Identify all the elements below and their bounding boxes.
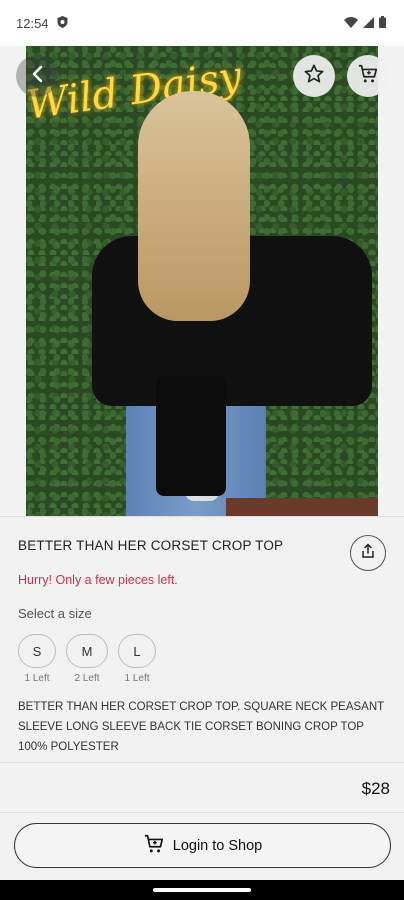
size-option-m[interactable]: M 2 Left xyxy=(66,634,108,684)
divider xyxy=(0,812,404,813)
star-icon xyxy=(303,63,325,90)
login-to-shop-button[interactable]: Login to Shop xyxy=(14,823,391,868)
login-label: Login to Shop xyxy=(172,837,263,854)
home-gesture-handle[interactable] xyxy=(153,888,251,892)
battery-icon xyxy=(379,15,386,31)
size-option-s[interactable]: S 1 Left xyxy=(18,634,56,684)
size-prompt: Select a size xyxy=(18,606,92,621)
size-option-l[interactable]: L 1 Left xyxy=(118,634,156,684)
share-icon xyxy=(360,543,376,564)
model-hair xyxy=(138,91,250,321)
size-chip[interactable]: S xyxy=(18,634,56,668)
cart-icon xyxy=(357,63,379,90)
size-chip[interactable]: M xyxy=(66,634,108,668)
divider xyxy=(0,762,404,763)
floor xyxy=(226,498,378,516)
size-stock: 2 Left xyxy=(74,673,100,684)
product-title: BETTER THAN HER CORSET CROP TOP xyxy=(18,538,284,553)
favorite-button[interactable] xyxy=(293,55,335,97)
product-description: BETTER THAN HER CORSET CROP TOP. SQUARE … xyxy=(18,701,384,753)
product-image-carousel[interactable]: Wild Daisy xyxy=(0,46,404,516)
size-selector: S 1 Left M 2 Left L 1 Left xyxy=(18,634,156,684)
size-chip[interactable]: L xyxy=(118,634,156,668)
back-icon xyxy=(30,65,44,88)
cart-icon xyxy=(143,833,165,859)
stock-warning: Hurry! Only a few pieces left. xyxy=(18,573,178,587)
signal-icon xyxy=(363,16,374,31)
status-bar: 12:54 xyxy=(0,0,404,46)
product-price: $28 xyxy=(361,779,390,798)
product-photo: Wild Daisy xyxy=(26,46,378,516)
share-button[interactable] xyxy=(350,535,386,571)
status-time: 12:54 xyxy=(16,15,49,31)
cart-button[interactable] xyxy=(347,55,389,97)
back-button[interactable] xyxy=(16,55,58,97)
size-stock: 1 Left xyxy=(124,673,150,684)
model-back-tie xyxy=(156,376,226,496)
shield-notification-icon xyxy=(57,15,68,31)
divider xyxy=(0,516,404,517)
size-stock: 1 Left xyxy=(24,673,50,684)
system-nav-bar xyxy=(0,880,404,900)
wifi-icon xyxy=(344,16,358,31)
